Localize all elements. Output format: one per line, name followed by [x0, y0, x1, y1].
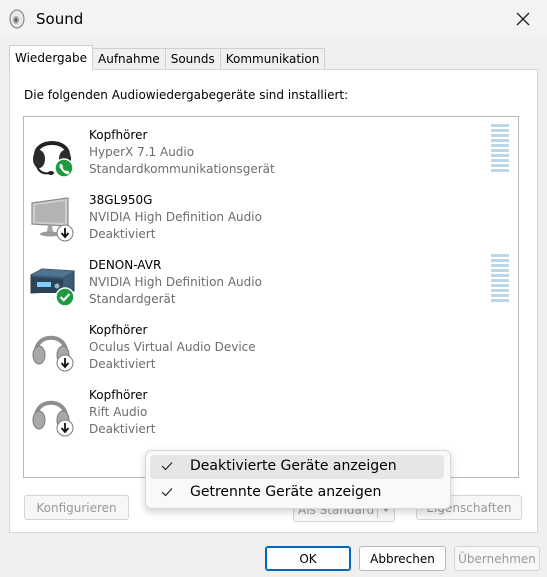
device-list[interactable]: Kopfhörer HyperX 7.1 Audio Standardkommu… — [23, 116, 519, 478]
device-status: Standardkommunikationsgerät — [89, 162, 275, 176]
ok-button[interactable]: OK — [265, 546, 351, 571]
device-item[interactable]: Kopfhörer HyperX 7.1 Audio Standardkommu… — [24, 123, 518, 185]
device-name: DENON-AVR — [89, 258, 162, 272]
checkmark-icon — [161, 488, 173, 497]
context-menu: Deaktivierte Geräte anzeigen Getrennte G… — [145, 450, 451, 509]
device-item[interactable]: 38GL950G NVIDIA High Definition Audio De… — [24, 188, 518, 250]
headphones-icon — [32, 400, 74, 437]
device-name: 38GL950G — [89, 193, 153, 207]
device-status: Deaktiviert — [89, 422, 156, 436]
menu-item-label: Getrennte Geräte anzeigen — [190, 484, 382, 500]
headphones-icon — [32, 335, 74, 372]
monitor-icon — [31, 197, 74, 242]
tab-wiedergabe[interactable]: Wiedergabe — [9, 45, 94, 70]
window-title: Sound — [36, 10, 84, 28]
checkmark-icon — [161, 462, 173, 471]
device-driver: HyperX 7.1 Audio — [89, 145, 195, 159]
cancel-button[interactable]: Abbrechen — [359, 546, 446, 571]
device-name: Kopfhörer — [89, 323, 148, 337]
disabled-badge — [56, 419, 74, 437]
intro-text: Die folgenden Audiowiedergabegeräte sind… — [24, 88, 349, 102]
check-badge — [55, 287, 75, 307]
device-driver: NVIDIA High Definition Audio — [89, 275, 262, 289]
phone-badge — [54, 158, 74, 177]
device-status: Deaktiviert — [89, 357, 156, 371]
device-item[interactable]: Kopfhörer Oculus Virtual Audio Device De… — [24, 318, 518, 380]
device-item[interactable]: DENON-AVR NVIDIA High Definition Audio S… — [24, 253, 518, 315]
device-driver: Rift Audio — [89, 405, 148, 419]
device-status: Deaktiviert — [89, 227, 156, 241]
device-driver: Oculus Virtual Audio Device — [89, 340, 256, 354]
device-driver: NVIDIA High Definition Audio — [89, 210, 262, 224]
tab-sounds[interactable]: Sounds — [164, 48, 221, 70]
title-bar: Sound — [0, 0, 547, 38]
close-button[interactable] — [509, 6, 537, 32]
receiver-icon — [30, 268, 75, 307]
tab-aufnahme[interactable]: Aufnahme — [92, 48, 166, 70]
device-status: Standardgerät — [89, 292, 176, 306]
menu-item-show-disconnected[interactable]: Getrennte Geräte anzeigen — [150, 481, 444, 505]
apply-button[interactable]: Übernehmen — [454, 546, 540, 571]
level-meter — [491, 254, 509, 304]
device-name: Kopfhörer — [89, 388, 148, 402]
disabled-badge — [56, 354, 74, 372]
close-icon — [516, 12, 530, 26]
menu-item-show-disabled[interactable]: Deaktivierte Geräte anzeigen — [150, 455, 444, 479]
device-item[interactable]: Kopfhörer Rift Audio Deaktiviert — [24, 383, 518, 445]
disabled-badge — [56, 224, 74, 242]
tab-strip: Wiedergabe Aufnahme Sounds Kommunikation — [9, 45, 326, 70]
tab-kommunikation[interactable]: Kommunikation — [219, 48, 326, 70]
level-meter — [491, 124, 509, 174]
menu-item-label: Deaktivierte Geräte anzeigen — [190, 458, 397, 474]
headset-icon — [33, 141, 74, 177]
configure-button[interactable]: Konfigurieren — [24, 495, 129, 520]
speaker-icon — [9, 9, 25, 29]
device-name: Kopfhörer — [89, 128, 148, 142]
